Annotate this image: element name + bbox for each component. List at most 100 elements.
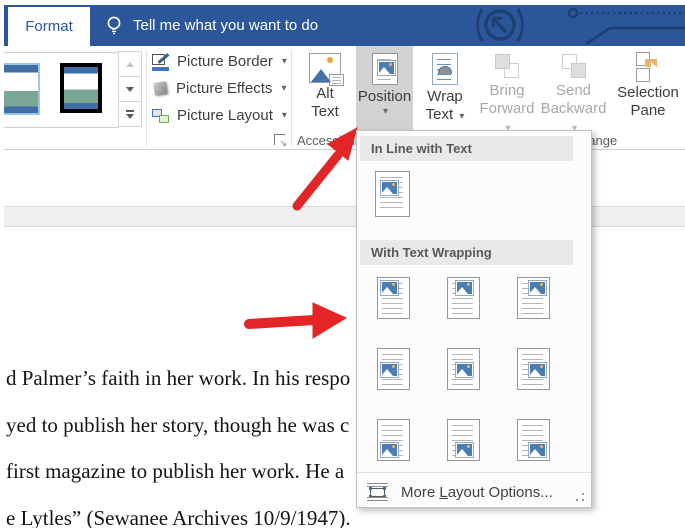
lightbulb-icon xyxy=(107,16,121,34)
more-layout-label: More Layout Options... xyxy=(401,483,553,501)
more-layout-options-item[interactable]: More Layout Options... xyxy=(357,473,591,511)
bring-forward-icon xyxy=(494,54,520,80)
gallery-scroll-controls xyxy=(118,51,142,127)
picture-tools-menu: Picture Border ▾ Picture Effects ▾ Pictu… xyxy=(152,48,287,129)
picture-layout-label: Picture Layout xyxy=(177,107,273,124)
document-text-line: e Lytles” (Sewanee Archives 10/9/1947). xyxy=(6,506,351,528)
position-option-middle-left[interactable] xyxy=(377,348,447,390)
send-backward-label-1: Send xyxy=(555,82,592,99)
title-bar: Format Tell me what you want to do xyxy=(4,5,685,46)
send-backward-icon xyxy=(561,54,587,80)
document-text-line: first magazine to publish her work. He a xyxy=(6,459,345,483)
alt-text-icon xyxy=(309,53,344,86)
image-thumbnail xyxy=(528,442,547,458)
send-backward-button[interactable]: Send Backward ▾ xyxy=(540,46,607,134)
position-option-bottom-right[interactable] xyxy=(517,419,587,461)
alt-text-label-1: Alt xyxy=(316,85,334,102)
position-dropdown-menu: In Line with Text With Text Wrapping Mor… xyxy=(356,130,592,508)
position-option-in-line-with-text[interactable] xyxy=(375,171,410,217)
position-option-top-right[interactable] xyxy=(517,277,587,319)
picture-layout-icon xyxy=(152,107,170,125)
dialog-launcher-icon[interactable] xyxy=(274,134,287,148)
bring-forward-button[interactable]: Bring Forward ▾ xyxy=(476,46,538,134)
up-arrow-icon xyxy=(126,61,134,67)
chevron-down-icon: ▾ xyxy=(281,56,287,67)
bring-forward-label-2: Forward xyxy=(479,100,535,117)
chevron-down-icon: ▾ xyxy=(382,106,389,117)
position-option-top-left[interactable] xyxy=(377,277,447,319)
picture-border-label: Picture Border xyxy=(177,53,273,70)
position-icon-middle-center xyxy=(447,348,480,390)
wrap-grid xyxy=(357,277,591,461)
image-thumbnail xyxy=(380,362,399,378)
picture-layout-button[interactable]: Picture Layout ▾ xyxy=(152,102,287,129)
document-text-line: d Palmer’s faith in her work. In his res… xyxy=(6,366,351,390)
picture-styles-gallery[interactable] xyxy=(4,52,119,128)
word-window: Format Tell me what you want to do Pictu… xyxy=(0,0,685,531)
titlebar-decoration xyxy=(476,7,685,46)
down-arrow-icon xyxy=(126,86,134,92)
image-thumbnail xyxy=(380,442,399,458)
picture-border-button[interactable]: Picture Border ▾ xyxy=(152,48,287,75)
position-icon-top-center xyxy=(447,277,480,319)
image-thumbnail xyxy=(376,60,396,76)
position-icon-bottom-left xyxy=(377,419,410,461)
selection-pane-icon xyxy=(634,52,662,82)
selection-pane-button[interactable]: Selection Pane xyxy=(610,46,685,130)
position-icon-middle-right xyxy=(517,348,550,390)
alt-text-button[interactable]: Alt Text xyxy=(295,46,355,130)
position-option-middle-right[interactable] xyxy=(517,348,587,390)
section-header-with-text-wrapping: With Text Wrapping xyxy=(360,240,573,265)
image-thumbnail xyxy=(455,442,474,458)
group-divider xyxy=(146,50,147,146)
more-layout-icon xyxy=(367,483,388,501)
position-option-bottom-left[interactable] xyxy=(377,419,447,461)
selection-pane-label-1: Selection xyxy=(617,84,679,101)
picture-effects-icon xyxy=(153,81,168,96)
document-text-line: yed to publish her story, though he was … xyxy=(6,413,350,437)
image-thumbnail xyxy=(455,280,474,296)
position-button[interactable]: Position ▾ xyxy=(356,46,413,130)
position-label: Position xyxy=(357,88,412,105)
position-icon-top-left xyxy=(377,277,410,319)
position-icon-in-line-with-text xyxy=(375,171,410,217)
gallery-scroll-up-button[interactable] xyxy=(118,51,142,77)
chevron-down-icon: ▾ xyxy=(459,111,465,122)
gallery-more-icon xyxy=(125,109,135,119)
position-icon-bottom-right xyxy=(517,419,550,461)
section-header-in-line-with-text: In Line with Text xyxy=(360,136,573,161)
image-thumbnail xyxy=(528,362,547,378)
position-option-top-center[interactable] xyxy=(447,277,517,319)
resize-grip-icon[interactable] xyxy=(576,492,585,501)
position-option-bottom-center[interactable] xyxy=(447,419,517,461)
tab-format[interactable]: Format xyxy=(8,7,90,46)
position-icon-top-right xyxy=(517,277,550,319)
tell-me-box[interactable]: Tell me what you want to do xyxy=(104,5,318,46)
selection-pane-label-2: Pane xyxy=(630,102,666,119)
wrap-text-icon xyxy=(432,53,458,85)
wrap-text-label-1: Wrap xyxy=(427,88,463,105)
wrap-text-label-2: Text xyxy=(425,106,454,123)
tell-me-label: Tell me what you want to do xyxy=(133,17,319,34)
group-divider xyxy=(291,50,292,146)
send-backward-label-2: Backward xyxy=(540,100,607,117)
gallery-scroll-down-button[interactable] xyxy=(118,76,142,102)
position-icon-middle-left xyxy=(377,348,410,390)
alt-text-label-2: Text xyxy=(311,103,339,120)
picture-effects-button[interactable]: Picture Effects ▾ xyxy=(152,75,287,102)
position-icon xyxy=(371,53,398,85)
gallery-more-button[interactable] xyxy=(118,101,142,127)
image-thumbnail xyxy=(455,362,474,378)
image-thumbnail xyxy=(380,280,399,296)
position-option-middle-center[interactable] xyxy=(447,348,517,390)
picture-border-icon xyxy=(152,52,170,71)
position-icon-bottom-center xyxy=(447,419,480,461)
image-thumbnail xyxy=(380,180,399,196)
wrap-text-button[interactable]: Wrap Text ▾ xyxy=(416,46,474,130)
picture-style-thumbnail[interactable] xyxy=(4,63,40,115)
bring-forward-label-1: Bring xyxy=(489,82,525,99)
chevron-down-icon: ▾ xyxy=(281,83,287,94)
picture-effects-label: Picture Effects xyxy=(176,80,273,97)
picture-style-thumbnail-framed[interactable] xyxy=(60,63,102,113)
chevron-down-icon: ▾ xyxy=(281,110,287,121)
